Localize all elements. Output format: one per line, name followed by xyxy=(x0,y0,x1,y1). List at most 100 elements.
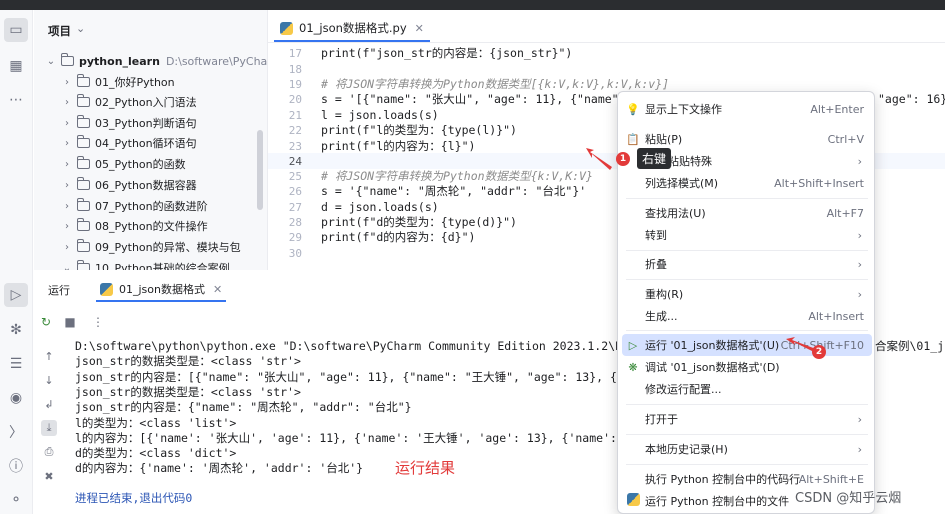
layers-icon[interactable]: ☰ xyxy=(4,352,28,376)
folder-icon xyxy=(77,177,90,190)
chevron-right-icon[interactable]: › xyxy=(60,242,74,253)
menu-item-fold[interactable]: 折叠 › xyxy=(622,253,872,275)
menu-item-goto[interactable]: 转到 › xyxy=(622,224,872,246)
arrow-up-icon[interactable]: ↑ xyxy=(41,348,57,364)
menu-item-run-file[interactable]: ▷ 运行 '01_json数据格式'(U) Ctrl+Shift+F10 xyxy=(622,334,872,356)
python-icon xyxy=(622,493,644,509)
services-icon[interactable]: ◉ xyxy=(4,386,28,410)
project-tool-icon[interactable]: ▭ xyxy=(4,18,28,42)
line-number: 25 xyxy=(288,169,302,183)
menu-item-paste[interactable]: 📋 粘贴(P) Ctrl+V xyxy=(622,128,872,150)
chevron-right-icon: › xyxy=(857,228,862,242)
console-line-tail: 合案例\01_js xyxy=(875,339,945,353)
step-badge-2: 2 xyxy=(812,345,826,359)
python-file-icon xyxy=(280,21,293,35)
menu-item-shortcut: Alt+F7 xyxy=(826,206,864,220)
project-panel-title[interactable]: 项目 xyxy=(48,23,71,39)
rerun-icon[interactable]: ↻ xyxy=(38,314,54,330)
menu-item-edit-run-config[interactable]: 修改运行配置... xyxy=(622,378,872,400)
chevron-right-icon[interactable]: › xyxy=(60,118,74,129)
menu-item-open-in[interactable]: 打开于 › xyxy=(622,408,872,430)
folder-icon xyxy=(77,239,90,252)
git-icon[interactable]: ⚬ xyxy=(4,488,28,512)
menu-item-context-actions[interactable]: 💡 显示上下文操作 Alt+Enter xyxy=(622,98,872,120)
tree-folder[interactable]: › 02_Python入门语法 xyxy=(60,92,197,112)
close-icon[interactable]: ✕ xyxy=(415,22,424,35)
chevron-right-icon[interactable]: › xyxy=(60,221,74,232)
line-number: 21 xyxy=(288,108,302,122)
chevron-down-icon[interactable]: ⌄ xyxy=(76,22,85,35)
chevron-right-icon[interactable]: › xyxy=(60,138,74,149)
menu-item-refactor[interactable]: 重构(R) › xyxy=(622,283,872,305)
editor-tab[interactable]: 01_json数据格式.py ✕ xyxy=(274,16,430,42)
chevron-down-icon[interactable]: ⌄ xyxy=(60,263,74,271)
chevron-right-icon: › xyxy=(857,442,862,456)
tree-folder[interactable]: › 03_Python判断语句 xyxy=(60,113,197,133)
folder-icon xyxy=(77,198,90,211)
arrow-down-icon[interactable]: ↓ xyxy=(41,372,57,388)
structure-tool-icon[interactable]: ▦ xyxy=(4,54,28,78)
problems-icon[interactable]: ⓘ xyxy=(4,454,28,478)
code-text: l = json.loads(s) xyxy=(321,108,439,122)
menu-item-generate[interactable]: 生成... Alt+Insert xyxy=(622,305,872,327)
print-icon[interactable]: ⎙ xyxy=(41,444,57,460)
chevron-right-icon[interactable]: › xyxy=(60,159,74,170)
menu-item-debug-file[interactable]: ❋ 调试 '01_json数据格式'(D) xyxy=(622,356,872,378)
tree-folder[interactable]: › 04_Python循环语句 xyxy=(60,133,197,153)
chevron-right-icon[interactable]: › xyxy=(60,77,74,88)
tree-folder[interactable]: › 01_你好Python xyxy=(60,72,175,92)
code-text-tail: "age": 16} xyxy=(878,92,945,106)
close-icon[interactable]: ✕ xyxy=(213,283,222,296)
folder-icon xyxy=(77,156,90,169)
code-text: s = '{"name": "周杰轮", "addr": "台北"}' xyxy=(321,184,587,198)
line-number: 26 xyxy=(288,184,302,198)
line-number: 20 xyxy=(288,92,302,106)
folder-icon xyxy=(77,74,90,87)
chevron-right-icon[interactable]: › xyxy=(60,201,74,212)
chevron-right-icon[interactable]: › xyxy=(60,97,74,108)
run-tab[interactable]: 01_json数据格式 ✕ xyxy=(96,278,227,302)
folder-icon xyxy=(77,260,90,270)
more-options-icon[interactable]: ⋮ xyxy=(90,314,106,330)
menu-item-find-usages[interactable]: 查找用法(U) Alt+F7 xyxy=(622,202,872,224)
terminal-icon[interactable]: 〉 xyxy=(4,420,28,444)
menu-separator xyxy=(626,330,868,331)
python-packages-icon[interactable]: ✻ xyxy=(4,318,28,342)
code-text: print(f"json_str的内容是：{json_str}") xyxy=(321,46,573,60)
tree-folder[interactable]: › 05_Python的函数 xyxy=(60,154,186,174)
line-number: 30 xyxy=(288,246,302,260)
stop-icon[interactable]: ■ xyxy=(62,314,78,330)
trash-icon[interactable]: ✖ xyxy=(41,468,57,484)
menu-item-column-select[interactable]: 列选择模式(M) Alt+Shift+Insert xyxy=(622,172,872,194)
tree-folder[interactable]: › 06_Python数据容器 xyxy=(60,175,197,195)
more-tools-icon[interactable]: ⋯ xyxy=(4,88,28,112)
code-line[interactable]: 18 xyxy=(268,61,945,77)
soft-wrap-icon[interactable]: ↲ xyxy=(41,396,57,412)
code-line[interactable]: 17 print(f"json_str的内容是：{json_str}") xyxy=(268,45,945,61)
menu-item-label: 粘贴(P) xyxy=(645,133,683,146)
tree-folder[interactable]: ⌄ 10_Python基础的综合案例 xyxy=(60,258,230,270)
code-line[interactable]: 19 # 将JSON字符串转换为Python数据类型[{k:V,k:V},k:V… xyxy=(268,76,945,92)
tree-root[interactable]: ⌄ python_learn D:\software\PyCharm C xyxy=(44,51,267,71)
chevron-right-icon[interactable]: › xyxy=(60,180,74,191)
tree-folder-label: 06_Python数据容器 xyxy=(95,179,197,192)
line-number: 19 xyxy=(288,77,302,91)
tree-folder[interactable]: › 09_Python的异常、模块与包 xyxy=(60,237,241,257)
run-tool-icon[interactable]: ▷ xyxy=(4,283,28,307)
tree-folder[interactable]: › 08_Python的文件操作 xyxy=(60,216,208,236)
activity-bar: ▭ ▦ ⋯ ▷ ✻ ☰ ◉ 〉 ⓘ ⚬ xyxy=(0,10,33,514)
run-panel-label: 运行 xyxy=(48,284,70,297)
console-line: json_str的数据类型是：<class 'str'> xyxy=(75,354,301,368)
tree-folder-label: 01_你好Python xyxy=(95,76,175,89)
tree-folder[interactable]: › 07_Python的函数进阶 xyxy=(60,196,208,216)
scroll-to-end-icon[interactable]: ⤓ xyxy=(41,420,57,436)
chevron-down-icon[interactable]: ⌄ xyxy=(44,56,58,67)
folder-icon xyxy=(77,115,90,128)
menu-separator xyxy=(626,198,868,199)
menu-separator xyxy=(626,404,868,405)
bulb-icon: 💡 xyxy=(626,102,640,116)
tree-folder-label: 10_Python基础的综合案例 xyxy=(95,262,230,270)
menu-item-local-history[interactable]: 本地历史记录(H) › xyxy=(622,438,872,460)
tree-scrollbar[interactable] xyxy=(257,130,263,210)
menu-separator xyxy=(626,434,868,435)
